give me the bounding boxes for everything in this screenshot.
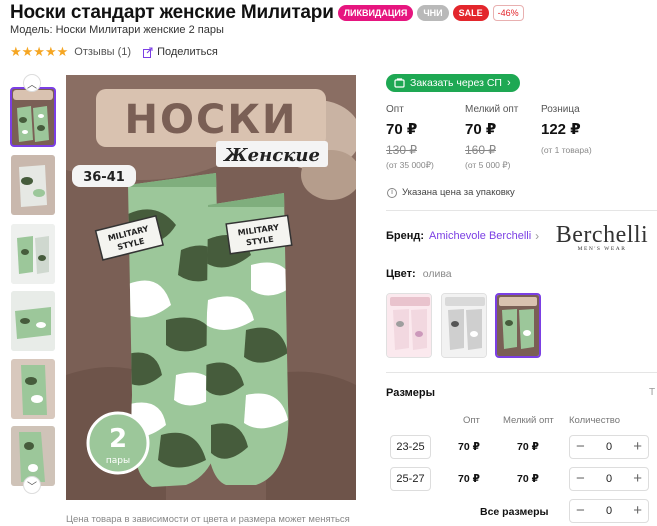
- rating-stars-icon: ★★★★★: [10, 44, 69, 59]
- chevron-right-icon: ›: [506, 77, 511, 89]
- thumbnail-up-arrow[interactable]: ︿: [23, 74, 41, 92]
- plus-icon[interactable]: +: [633, 471, 642, 486]
- info-icon: i: [387, 187, 397, 198]
- thumbnail-down-arrow[interactable]: ﹀: [23, 476, 41, 494]
- color-swatch-olive[interactable]: [495, 293, 541, 358]
- color-label: Цвет:: [386, 268, 416, 280]
- divider: [386, 210, 657, 211]
- plus-icon[interactable]: +: [633, 503, 642, 518]
- product-title: Носки стандарт женские Милитари: [10, 2, 334, 23]
- size-table-link[interactable]: Т: [649, 387, 655, 398]
- order-sp-label: Заказать через СП: [410, 77, 502, 89]
- row1-opt-price: 70 ₽: [458, 441, 480, 453]
- row2-small-opt-price: 70 ₽: [517, 473, 539, 485]
- row1-quantity-stepper: − 0 +: [569, 435, 649, 459]
- price-retail-note: (от 1 товара): [541, 145, 592, 155]
- image-pack-unit: пары: [106, 456, 130, 466]
- thumbnail-3[interactable]: [11, 224, 55, 284]
- image-pack-count: 2: [109, 424, 127, 454]
- pack-note: i Указана цена за упаковку: [387, 187, 515, 198]
- pack-note-text: Указана цена за упаковку: [402, 187, 515, 198]
- row2-quantity-stepper: − 0 +: [569, 467, 649, 491]
- divider: [386, 372, 657, 373]
- image-size-label: 36-41: [83, 170, 125, 185]
- price-retail: Розница 122 ₽ (от 1 товара): [541, 104, 631, 155]
- share-label: Поделиться: [157, 46, 218, 58]
- col-header-opt: Опт: [463, 415, 480, 426]
- color-value: олива: [422, 268, 452, 280]
- share-button[interactable]: Поделиться: [143, 46, 218, 58]
- minus-icon[interactable]: −: [576, 503, 585, 518]
- minus-icon[interactable]: −: [576, 471, 585, 486]
- rating-row: ★★★★★ Отзывы (1) Поделиться: [10, 44, 218, 60]
- badge-liquidation: ЛИКВИДАЦИЯ: [337, 5, 414, 21]
- size-23-25[interactable]: 23-25: [390, 435, 431, 459]
- title-row: Носки стандарт женские Милитари ЛИКВИДАЦ…: [10, 2, 524, 24]
- brand-logo-name: Berchelli: [555, 222, 649, 248]
- row2-opt-price: 70 ₽: [458, 473, 480, 485]
- minus-icon[interactable]: −: [576, 439, 585, 454]
- badge-chni: ЧНИ: [417, 5, 449, 21]
- color-swatch-pink[interactable]: [386, 293, 432, 358]
- badge-sale: SALE: [452, 5, 489, 21]
- brand-logo[interactable]: Berchelli MEN'S WEAR: [551, 222, 653, 252]
- chevron-up-icon: ︿: [27, 79, 37, 91]
- row2-qty-value[interactable]: 0: [606, 473, 612, 485]
- plus-icon[interactable]: +: [633, 439, 642, 454]
- all-sizes-quantity-stepper: − 0 +: [569, 499, 649, 523]
- brand-row: Бренд: Amichevole Berchelli ›: [386, 229, 539, 243]
- price-opt-label: Опт: [386, 104, 404, 115]
- thumbnail-4[interactable]: [11, 291, 55, 351]
- brand-label: Бренд:: [386, 230, 425, 242]
- thumbnail-1[interactable]: [10, 87, 56, 147]
- price-opt: Опт 70 ₽ 130 ₽ (от 35 000₽): [386, 104, 476, 171]
- price-opt-note: (от 35 000₽): [386, 160, 434, 170]
- chevron-right-icon: ›: [535, 229, 540, 243]
- color-row: Цвет: олива: [386, 268, 452, 280]
- price-retail-value: 122 ₽: [541, 121, 581, 138]
- sizes-title: Размеры: [386, 387, 436, 399]
- thumbnail-2[interactable]: [11, 155, 55, 215]
- price-opt-old: 130 ₽: [386, 143, 417, 157]
- price-small-opt-note: (от 5 000 ₽): [465, 160, 511, 170]
- image-heading: НОСКИ: [124, 97, 297, 143]
- product-model: Модель: Носки Милитари женские 2 пары: [10, 24, 224, 36]
- cart-icon: [394, 78, 405, 88]
- share-icon: [143, 47, 153, 58]
- badge-discount: -46%: [492, 5, 524, 21]
- col-header-qty: Количество: [569, 415, 621, 426]
- image-subheading: Женские: [222, 145, 320, 166]
- col-header-small-opt: Мелкий опт: [503, 415, 554, 426]
- all-sizes-qty-value[interactable]: 0: [606, 505, 612, 517]
- order-sp-button[interactable]: Заказать через СП ›: [386, 74, 520, 92]
- reviews-link[interactable]: Отзывы (1): [74, 46, 131, 58]
- price-retail-label: Розница: [541, 104, 580, 115]
- row1-qty-value[interactable]: 0: [606, 441, 612, 453]
- row1-small-opt-price: 70 ₽: [517, 441, 539, 453]
- thumbnail-5[interactable]: [11, 359, 55, 419]
- size-25-27[interactable]: 25-27: [390, 467, 431, 491]
- brand-link[interactable]: Amichevole Berchelli: [429, 230, 531, 242]
- price-opt-value: 70 ₽: [386, 121, 418, 138]
- chevron-down-icon: ﹀: [27, 481, 37, 493]
- main-product-image[interactable]: MILITARY STYLE MILITARY STYLE НОСКИ Женс…: [66, 75, 356, 500]
- all-sizes-label: Все размеры: [480, 506, 549, 518]
- color-swatch-gray[interactable]: [441, 293, 487, 358]
- price-caption: Цена товара в зависимости от цвета и раз…: [66, 514, 350, 525]
